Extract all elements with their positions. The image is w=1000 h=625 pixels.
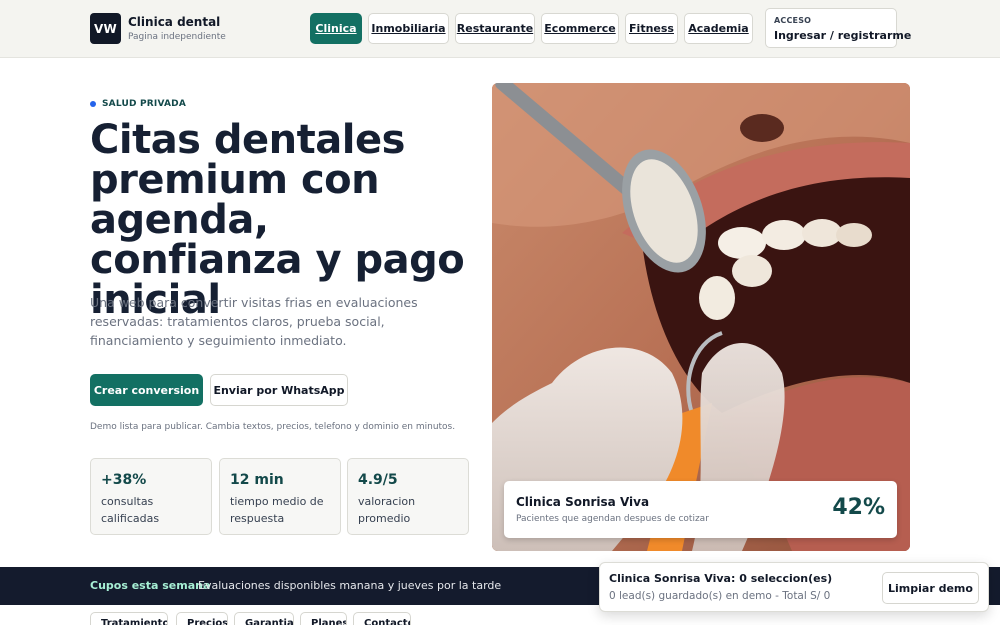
nav-item-fitness[interactable]: Fitness bbox=[625, 13, 678, 44]
stat-label: valoracion promedio bbox=[358, 495, 416, 525]
eyebrow-dot-icon bbox=[90, 101, 96, 107]
brand-title: Clinica dental bbox=[128, 15, 221, 29]
toast-subtitle: 0 lead(s) guardado(s) en demo - Total S/… bbox=[609, 590, 831, 602]
toast-title: Clinica Sonrisa Viva: 0 seleccion(es) bbox=[609, 572, 833, 585]
stat-card: 12 min tiempo medio de respuesta bbox=[219, 458, 341, 535]
access-label: ACCESO bbox=[774, 16, 812, 25]
section-tab[interactable]: Garantias bbox=[234, 612, 294, 625]
availability-title: Cupos esta semana bbox=[90, 579, 211, 592]
clinic-stat-label: Pacientes que agendan despues de cotizar bbox=[516, 514, 709, 524]
section-tab[interactable]: Tratamientos bbox=[90, 612, 168, 625]
stat-value: 4.9/5 bbox=[358, 472, 398, 488]
section-tab[interactable]: Precios bbox=[176, 612, 228, 625]
login-register-link[interactable]: Ingresar / registrarme bbox=[774, 29, 911, 42]
nav-item-ecommerce[interactable]: Ecommerce bbox=[541, 13, 619, 44]
stat-value: 12 min bbox=[230, 472, 284, 488]
nav-item-restaurante[interactable]: Restaurante bbox=[455, 13, 535, 44]
stat-label: consultas calificadas bbox=[101, 495, 160, 525]
top-header: VW Clinica dental Pagina independiente C… bbox=[0, 0, 1000, 58]
stat-card: +38% consultas calificadas bbox=[90, 458, 212, 535]
create-conversion-button[interactable]: Crear conversion bbox=[90, 374, 203, 406]
nav-item-clinica[interactable]: Clinica bbox=[310, 13, 362, 44]
clinic-stat-percent: 42% bbox=[832, 495, 885, 520]
whatsapp-button[interactable]: Enviar por WhatsApp bbox=[210, 374, 348, 406]
stat-label: tiempo medio de respuesta bbox=[230, 495, 324, 525]
section-tab[interactable]: Planes bbox=[300, 612, 347, 625]
availability-text: Evaluaciones disponibles manana y jueves… bbox=[198, 579, 502, 592]
nav-item-inmobiliaria[interactable]: Inmobiliaria bbox=[368, 13, 449, 44]
demo-note: Demo lista para publicar. Cambia textos,… bbox=[90, 422, 456, 432]
section-tab[interactable]: Contacto bbox=[353, 612, 411, 625]
brand-subtitle: Pagina independiente bbox=[128, 32, 226, 42]
access-login-button[interactable]: ACCESO Ingresar / registrarme bbox=[765, 8, 911, 48]
brand-logo[interactable]: VW bbox=[90, 13, 121, 44]
hero-description: Una web para convertir visitas frias en … bbox=[90, 295, 418, 348]
hero-title: Citas dentales premium con agenda, confi… bbox=[90, 117, 465, 323]
clinic-name: Clinica Sonrisa Viva bbox=[516, 495, 650, 509]
hero-eyebrow: SALUD PRIVADA bbox=[102, 99, 187, 109]
stat-value: +38% bbox=[101, 472, 147, 488]
clear-demo-button[interactable]: Limpiar demo bbox=[882, 572, 979, 604]
nav-item-academia[interactable]: Academia bbox=[684, 13, 753, 44]
clinic-stat-card: Clinica Sonrisa Viva Pacientes que agend… bbox=[504, 481, 897, 538]
selection-toast: Clinica Sonrisa Viva: 0 seleccion(es) 0 … bbox=[599, 562, 989, 612]
stat-card: 4.9/5 valoracion promedio bbox=[347, 458, 469, 535]
